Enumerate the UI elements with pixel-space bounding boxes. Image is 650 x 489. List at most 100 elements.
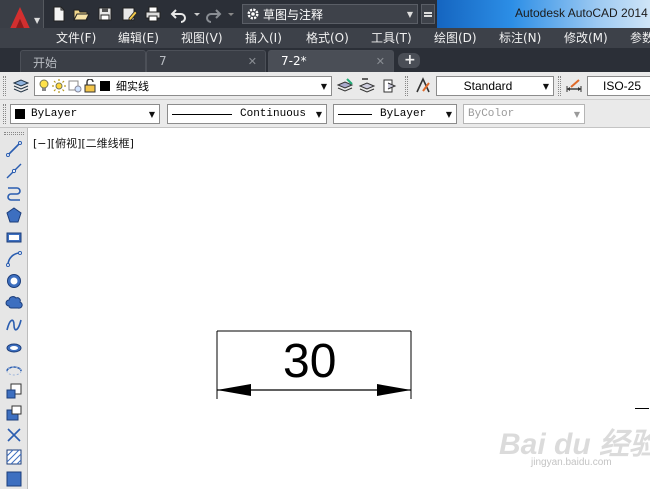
polygon-tool-icon[interactable] [5,206,23,224]
crosshair-cursor [635,408,649,409]
toolbar-grip[interactable] [4,132,24,135]
chevron-down-icon: ▼ [406,9,414,19]
viewport-freeze-icon [68,80,82,93]
menu-tools[interactable]: 工具(T) [371,28,412,48]
arc-tool-icon[interactable] [5,250,23,268]
text-style-combo[interactable]: Standard ▼ [436,76,554,96]
redo-icon[interactable] [204,5,222,23]
chevron-down-icon: ▼ [320,81,328,91]
close-icon[interactable]: ✕ [248,55,257,68]
unlock-icon [84,79,96,93]
dimension-style-name: ISO-25 [602,79,641,93]
polyline-tool-icon[interactable] [5,184,23,202]
layer-color-swatch [100,81,110,91]
lineweight-combo[interactable]: ByLayer ▼ [333,104,457,124]
undo-icon[interactable] [170,5,188,23]
gear-icon [247,8,259,20]
menu-format[interactable]: 格式(O) [306,28,349,48]
close-icon[interactable]: ✕ [376,55,385,68]
drawing-canvas[interactable]: [−][俯视][二维线框] 30 Bai du 经验 jingyan.baidu… [29,129,650,489]
menu-draw[interactable]: 绘图(D) [434,28,477,48]
chevron-down-icon: ▼ [315,109,323,119]
watermark: Bai du 经验 jingyan.baidu.com [499,419,650,487]
linetype-sample [172,113,232,115]
linetype-value: Continuous [240,108,307,120]
chevron-down-icon: ▼ [573,109,581,119]
linetype-combo[interactable]: Continuous ▼ [167,104,327,124]
draw-toolbar [0,128,28,489]
tab-label: 7 [159,54,167,68]
chevron-down-icon: ▼ [34,16,41,25]
lineweight-sample [338,113,372,115]
redo-dropdown-icon[interactable] [222,5,234,23]
construction-line-icon[interactable] [5,162,23,180]
ellipse-arc-icon[interactable] [5,360,23,378]
menu-modify[interactable]: 修改(M) [564,28,608,48]
layer-combo[interactable]: 细实线 ▼ [34,76,332,96]
window-title: Autodesk AutoCAD 2014 [437,0,650,28]
ellipse-tool-icon[interactable] [5,338,23,356]
tab-7[interactable]: 7 ✕ [146,50,266,72]
layer-previous-icon[interactable] [358,77,376,95]
menu-file[interactable]: 文件(F) [56,28,96,48]
workspace-name: 草图与注释 [263,7,324,22]
layer-name: 细实线 [116,80,149,93]
save-icon[interactable] [96,5,114,23]
insert-block-icon[interactable] [5,382,23,400]
point-tool-icon[interactable] [5,426,23,444]
open-file-icon[interactable] [72,5,90,23]
color-combo[interactable]: ByLayer ▼ [10,104,160,124]
menu-insert[interactable]: 插入(I) [245,28,282,48]
dim-arrow-right [377,384,411,396]
gradient-tool-icon[interactable] [5,470,23,488]
menu-view[interactable]: 视图(V) [181,28,223,48]
circle-tool-icon[interactable] [5,272,23,290]
dim-arrow-left [217,384,251,396]
plotstyle-value: ByColor [468,108,515,120]
lightbulb-icon [39,79,49,91]
color-value: ByLayer [31,108,78,120]
tab-label: 7-2* [281,54,307,68]
toolbar-grip[interactable] [3,76,6,96]
watermark-url: jingyan.baidu.com [531,457,612,468]
make-current-layer-icon[interactable] [336,77,354,95]
line-tool-icon[interactable] [5,140,23,158]
rectangle-tool-icon[interactable] [5,228,23,246]
tab-label: 开始 [33,56,58,70]
layer-properties-icon[interactable] [12,77,30,95]
make-block-icon[interactable] [5,404,23,422]
chevron-down-icon: ▼ [542,81,550,91]
customize-quick-access-button[interactable] [421,4,435,24]
layers-styles-toolbar: 细实线 ▼ Standard ▼ ISO-25 [0,72,650,100]
plus-icon: + [404,52,416,68]
hatch-tool-icon[interactable] [5,448,23,466]
toolbar-grip[interactable] [558,76,561,96]
chevron-down-icon: ▼ [445,109,453,119]
properties-toolbar: ByLayer ▼ Continuous ▼ ByLayer ▼ ByColor… [0,100,650,128]
dimension-text: 30 [283,335,337,388]
new-file-icon[interactable] [50,5,68,23]
tab-7-2[interactable]: 7-2* ✕ [268,50,394,72]
menu-bar: 文件(F) 编辑(E) 视图(V) 插入(I) 格式(O) 工具(T) 绘图(D… [0,28,650,48]
lineweight-value: ByLayer [380,108,427,120]
save-as-icon[interactable] [120,5,138,23]
dimension-style-icon[interactable] [565,77,583,95]
dimension-style-combo[interactable]: ISO-25 [587,76,650,96]
undo-dropdown-icon[interactable] [188,5,200,23]
spline-tool-icon[interactable] [5,316,23,334]
new-tab-button[interactable]: + [398,52,420,68]
text-style-icon[interactable] [414,77,432,95]
revision-cloud-icon[interactable] [5,294,23,312]
plotstyle-combo: ByColor ▼ [463,104,585,124]
menu-parametric[interactable]: 参数 [630,28,650,48]
workspace-selector[interactable]: 草图与注释 ▼ [242,4,418,24]
print-icon[interactable] [144,5,162,23]
toolbar-grip[interactable] [405,76,408,96]
menu-edit[interactable]: 编辑(E) [118,28,159,48]
app-title-text: Autodesk AutoCAD 2014 [515,6,648,20]
menu-dimension[interactable]: 标注(N) [499,28,541,48]
toolbar-grip[interactable] [3,104,6,124]
tab-start[interactable]: 开始 [20,50,146,72]
layer-states-icon[interactable] [381,77,399,95]
sun-icon [52,79,66,93]
